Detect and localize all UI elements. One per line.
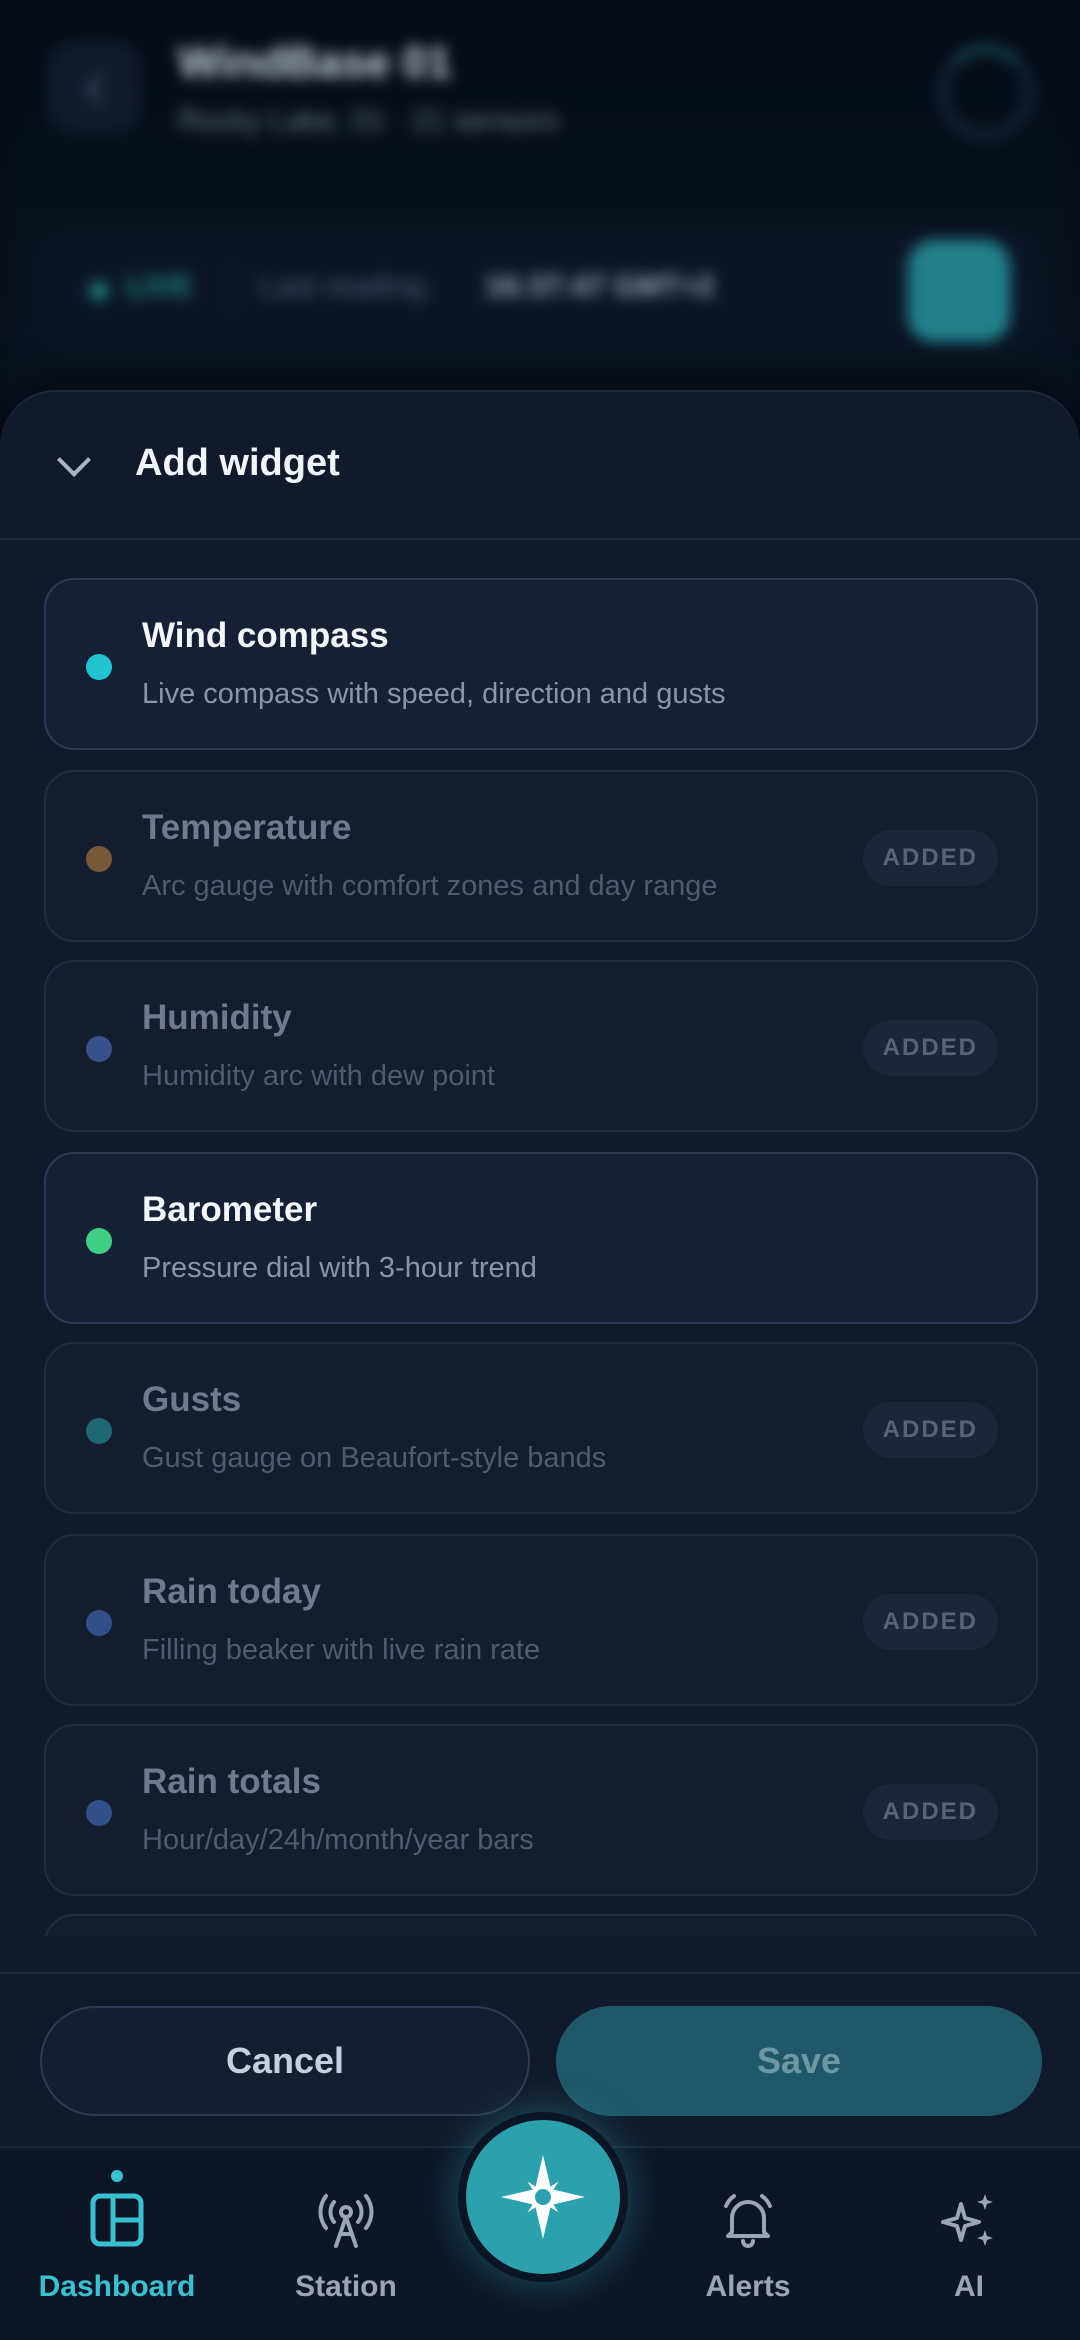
added-badge: ADDED [862, 1402, 998, 1458]
nav-label: Alerts [705, 2270, 791, 2303]
widget-item[interactable]: Rain today Filling beaker with live rain… [44, 1534, 1038, 1706]
live-label: LIVE [126, 270, 193, 303]
sync-ring-icon [940, 46, 1032, 138]
widget-description: Arc gauge with comfort zones and day ran… [142, 870, 718, 902]
widget-item[interactable]: Temperature Arc gauge with comfort zones… [44, 770, 1038, 942]
station-subtitle: Rocky Lake, 01 · 21 sensors [178, 104, 559, 137]
nav-label: Station [295, 2270, 397, 2303]
widget-item[interactable]: Rain totals Hour/day/24h/month/year bars… [44, 1724, 1038, 1896]
sheet-header: Add widget [0, 392, 1080, 540]
background-header: WindBase 01 Rocky Lake, 01 · 21 sensors … [0, 0, 1080, 420]
widget-color-dot [86, 1036, 112, 1062]
sheet-title: Add widget [135, 442, 340, 484]
widget-name: Gusts [142, 1380, 242, 1419]
dashboard-icon [87, 2190, 147, 2250]
antenna-icon [316, 2190, 376, 2250]
station-title: WindBase 01 [178, 38, 452, 87]
chevron-down-icon[interactable] [42, 434, 106, 498]
active-indicator [111, 2170, 123, 2182]
widget-description: Pressure dial with 3-hour trend [142, 1252, 537, 1284]
nav-item-ai[interactable]: AI [869, 2148, 1069, 2340]
widget-name: Temperature [142, 808, 352, 847]
widget-color-dot [86, 1610, 112, 1636]
nav-item-alerts[interactable]: Alerts [648, 2148, 848, 2340]
widget-name: Rain totals [142, 1762, 321, 1801]
add-widget-sheet: Add widget Wind compass Live compass wit… [0, 390, 1080, 2150]
cancel-button[interactable]: Cancel [40, 2006, 530, 2116]
added-badge: ADDED [862, 1020, 998, 1076]
live-dot-icon [90, 282, 108, 300]
widget-color-dot [86, 1800, 112, 1826]
last-reading-value: 16:37:47 GMT+2 [485, 270, 715, 303]
nav-item-dashboard[interactable]: Dashboard [17, 2148, 217, 2340]
widget-description: Humidity arc with dew point [142, 1060, 495, 1092]
status-row: LIVE Last reading 16:37:47 GMT+2 [40, 230, 1040, 350]
widget-description: Gust gauge on Beaufort-style bands [142, 1442, 607, 1474]
widget-item[interactable]: Wind compass Live compass with speed, di… [44, 578, 1038, 750]
compass-fab-button[interactable] [458, 2112, 628, 2282]
widget-color-dot [86, 1418, 112, 1444]
widget-name: Wind compass [142, 616, 389, 655]
app-root: WindBase 01 Rocky Lake, 01 · 21 sensors … [0, 0, 1080, 2340]
save-button[interactable]: Save [556, 2006, 1042, 2116]
widget-name: Barometer [142, 1190, 318, 1229]
nav-label: AI [954, 2270, 984, 2303]
widget-description: Live compass with speed, direction and g… [142, 678, 726, 710]
widget-item[interactable]: Humidity Humidity arc with dew point ADD… [44, 960, 1038, 1132]
widget-color-dot [86, 654, 112, 680]
last-reading-label: Last reading [260, 270, 426, 303]
widget-color-dot [86, 1228, 112, 1254]
nav-label: Dashboard [38, 2270, 196, 2303]
nav-item-station[interactable]: Station [246, 2148, 446, 2340]
widget-description: Filling beaker with live rain rate [142, 1634, 541, 1666]
widget-name: Humidity [142, 998, 292, 1037]
sparkles-icon [939, 2190, 999, 2250]
widget-description: Hour/day/24h/month/year bars [142, 1824, 534, 1856]
widget-name: Rain today [142, 1572, 321, 1611]
widget-item[interactable]: Gusts Gust gauge on Beaufort-style bands… [44, 1342, 1038, 1514]
bell-icon [718, 2190, 778, 2250]
widget-item-partial[interactable] [44, 1914, 1038, 1936]
widget-color-dot [86, 846, 112, 872]
added-badge: ADDED [862, 830, 998, 886]
widget-list[interactable]: Wind compass Live compass with speed, di… [44, 578, 1038, 1936]
added-badge: ADDED [862, 1594, 998, 1650]
refresh-button [908, 240, 1010, 342]
added-badge: ADDED [862, 1784, 998, 1840]
compass-icon [501, 2155, 585, 2239]
widget-item[interactable]: Barometer Pressure dial with 3-hour tren… [44, 1152, 1038, 1324]
back-button [50, 42, 140, 132]
status-divider [230, 266, 232, 312]
